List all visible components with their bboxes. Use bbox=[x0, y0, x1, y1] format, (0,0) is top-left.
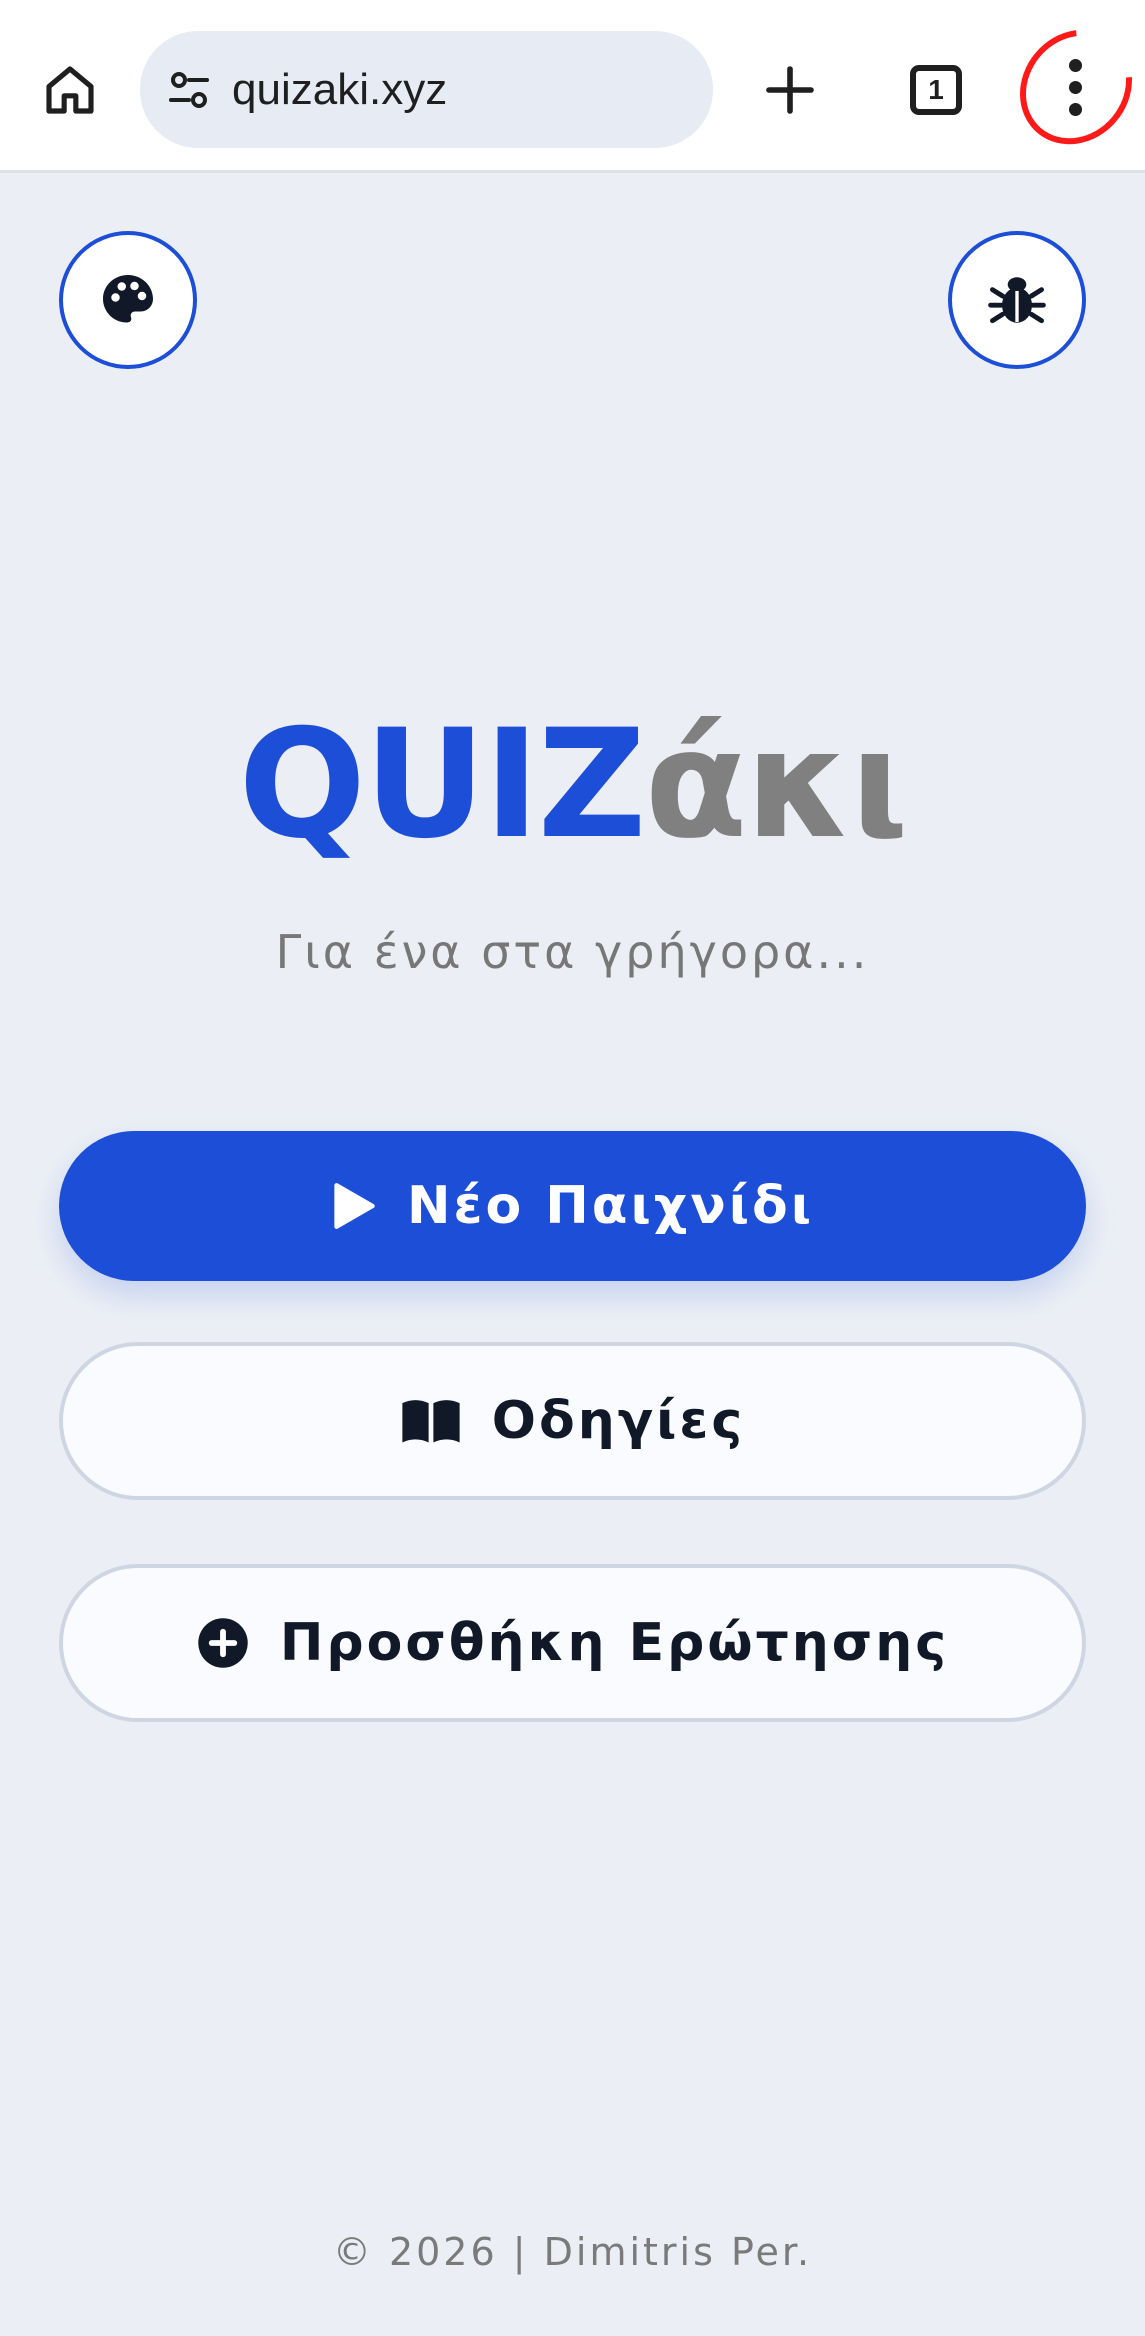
play-icon bbox=[331, 1182, 377, 1230]
instructions-button[interactable]: Οδηγίες bbox=[59, 1342, 1086, 1500]
url-text[interactable]: quizaki.xyz bbox=[232, 65, 447, 115]
new-game-button[interactable]: Νέο Παιχνίδι bbox=[59, 1131, 1086, 1281]
address-bar[interactable]: quizaki.xyz bbox=[140, 31, 713, 148]
home-button[interactable] bbox=[30, 47, 110, 133]
browser-toolbar: quizaki.xyz 1 bbox=[0, 0, 1145, 173]
book-open-icon bbox=[400, 1396, 462, 1446]
tabs-icon: 1 bbox=[910, 65, 962, 115]
bug-icon bbox=[988, 277, 1046, 324]
add-question-button[interactable]: Προσθήκη Ερώτησης bbox=[59, 1564, 1086, 1722]
logo-suffix: άκι bbox=[644, 698, 908, 872]
logo-main: QUIZ bbox=[238, 698, 647, 872]
tab-count: 1 bbox=[928, 74, 944, 105]
add-question-label: Προσθήκη Ερώτησης bbox=[279, 1613, 950, 1673]
footer-copyright: © 2026 | Dimitris Per. bbox=[332, 2230, 813, 2274]
tab-switcher-button[interactable]: 1 bbox=[894, 48, 978, 132]
new-tab-button[interactable] bbox=[750, 48, 830, 132]
browser-menu-button[interactable] bbox=[996, 6, 1145, 168]
more-vert-icon bbox=[1068, 58, 1082, 116]
tune-icon[interactable] bbox=[162, 63, 216, 117]
instructions-label: Οδηγίες bbox=[491, 1391, 746, 1451]
debug-button[interactable] bbox=[948, 231, 1086, 369]
app-logo: QUIZάκι bbox=[0, 700, 1145, 870]
home-icon bbox=[46, 66, 94, 114]
palette-icon bbox=[103, 275, 153, 323]
plus-icon bbox=[766, 66, 814, 114]
new-game-label: Νέο Παιχνίδι bbox=[406, 1176, 814, 1236]
plus-circle-icon bbox=[196, 1616, 250, 1670]
theme-button[interactable] bbox=[59, 231, 197, 369]
tagline: Για ένα στα γρήγορα... bbox=[275, 925, 870, 979]
